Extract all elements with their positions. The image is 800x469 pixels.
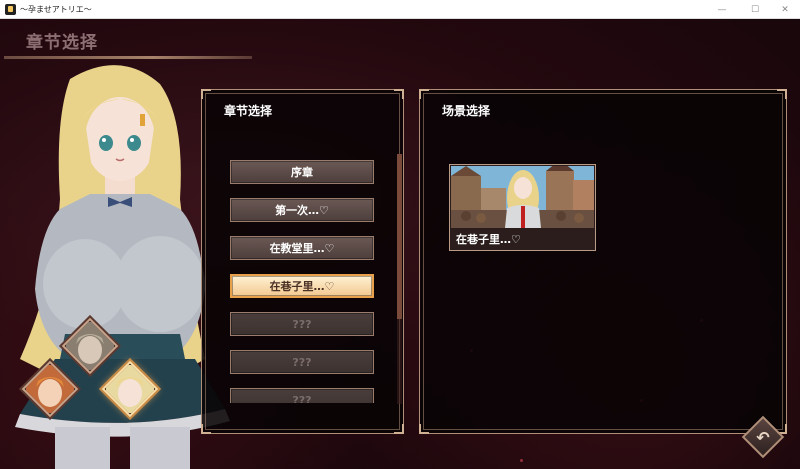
scene-label: 在巷子里…♡ — [456, 233, 521, 246]
chapter-button-locked[interactable]: ??? — [230, 350, 374, 374]
scene-panel: 场景选择 在巷子里…♡ — [419, 89, 787, 434]
chapter-button-selected[interactable]: 在巷子里…♡ — [230, 274, 374, 298]
window-title: ～孕ませアトリエ～ — [20, 4, 92, 14]
chapter-panel-title: 章节选择 — [224, 104, 273, 118]
chapter-list: 序章 第一次…♡ 在教堂里…♡ 在巷子里…♡ ??? ??? ??? — [230, 158, 375, 403]
game-screen: 章节选择 章节选择 序章 第一次…♡ 在教堂里…♡ 在巷子里…♡ ??? ???… — [0, 19, 800, 469]
scene-panel-title: 场景选择 — [442, 104, 491, 118]
app-icon — [5, 3, 16, 15]
window-titlebar: ～孕ませアトリエ～ — ☐ ✕ — [0, 0, 800, 19]
close-button[interactable]: ✕ — [770, 0, 800, 19]
undo-arrow-icon[interactable]: ↶ — [751, 425, 775, 449]
chapter-panel: 章节选择 序章 第一次…♡ 在教堂里…♡ 在巷子里…♡ ??? ??? ??? — [201, 89, 404, 434]
chapter-button[interactable]: 在教堂里…♡ — [230, 236, 374, 260]
scene-thumbnail — [451, 166, 594, 228]
minimize-button[interactable]: — — [707, 0, 737, 19]
chapter-scrollbar[interactable] — [397, 154, 402, 404]
scene-card[interactable]: 在巷子里…♡ — [449, 164, 596, 251]
chapter-button[interactable]: 第一次…♡ — [230, 198, 374, 222]
chapter-button-locked[interactable]: ??? — [230, 312, 374, 336]
chapter-button-locked[interactable]: ??? — [230, 388, 374, 403]
screen-title: 章节选择 — [26, 33, 98, 53]
scrollbar-thumb[interactable] — [397, 154, 402, 319]
chapter-button[interactable]: 序章 — [230, 160, 374, 184]
maximize-button[interactable]: ☐ — [740, 0, 770, 19]
